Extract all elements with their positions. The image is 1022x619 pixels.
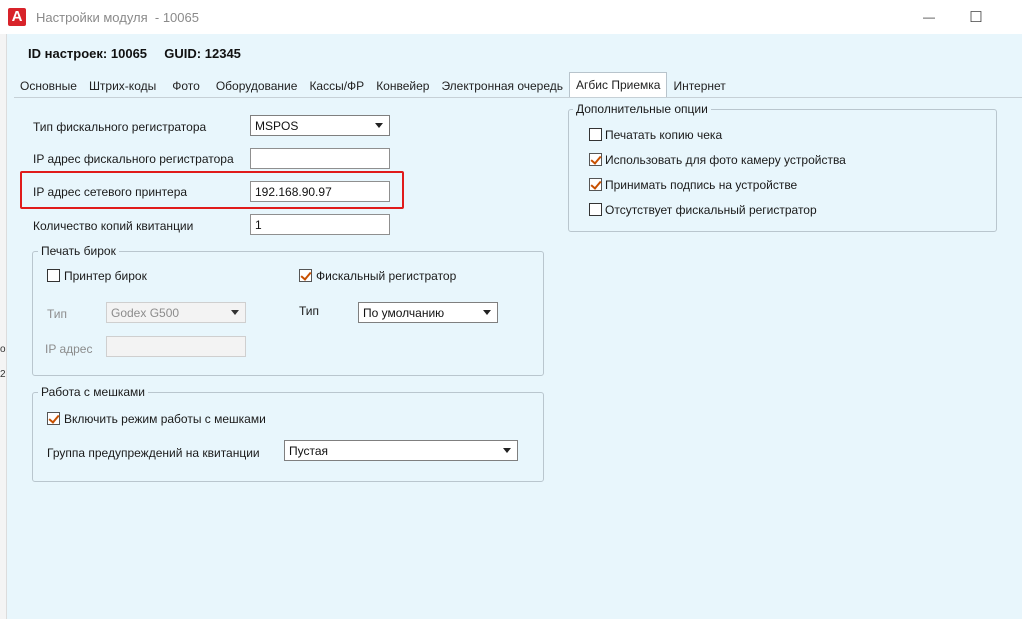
copies-label: Количество копий квитанции (33, 219, 194, 233)
no-fiscal-registrar-checkbox[interactable] (589, 203, 602, 216)
minimize-icon: — (923, 10, 935, 24)
fiscal-type-value: MSPOS (255, 119, 299, 133)
warning-group-select[interactable]: Пустая (284, 440, 518, 461)
tag-printer-checkbox[interactable] (47, 269, 60, 282)
enable-bags-label: Включить режим работы с мешками (64, 412, 266, 426)
app-logo-icon: A (8, 8, 26, 26)
printer-ip-input[interactable] (250, 181, 390, 202)
window-title: Настройки модуля - 10065 (36, 10, 199, 25)
fiscal-type-label-right: Тип (299, 304, 320, 318)
tag-printer-type-select[interactable]: Godex G500 (106, 302, 246, 323)
tab-internet[interactable]: Интернет (667, 75, 731, 97)
bags-group (32, 392, 544, 482)
fiscal-type-select[interactable]: MSPOS (250, 115, 390, 136)
accept-signature-label: Принимать подпись на устройстве (605, 178, 798, 192)
guid-label: GUID: (164, 46, 202, 61)
tab-photo[interactable]: Фото (162, 75, 210, 97)
print-receipt-copy-checkbox[interactable] (589, 128, 602, 141)
fiscal-print-type-value: По умолчанию (363, 306, 445, 320)
print-receipt-copy-label: Печатать копию чека (605, 128, 723, 142)
fiscal-ip-label: IP адрес фискального регистратора (33, 152, 234, 166)
tag-printer-type-value: Godex G500 (111, 306, 180, 320)
chevron-down-icon (231, 310, 239, 315)
tab-divider (14, 97, 1022, 98)
copies-input[interactable] (250, 214, 390, 235)
tag-ip-input[interactable] (106, 336, 246, 357)
tag-printer-label: Принтер бирок (64, 269, 147, 283)
tab-bar: Основные Штрих-коды Фото Оборудование Ка… (14, 72, 732, 97)
tab-electronic-queue[interactable]: Электронная очередь (435, 75, 569, 97)
minimize-button[interactable]: — (906, 0, 952, 34)
id-value: 10065 (110, 46, 148, 61)
use-device-camera-checkbox[interactable] (589, 153, 602, 166)
extra-options-title: Дополнительные опции (573, 102, 711, 116)
tab-barcodes[interactable]: Штрих-коды (83, 75, 162, 97)
maximize-button[interactable]: ☐ (953, 0, 999, 34)
guid-value: 12345 (204, 46, 241, 61)
chevron-down-icon (375, 123, 383, 128)
bags-title: Работа с мешками (38, 385, 148, 399)
tab-cash-registers[interactable]: Кассы/ФР (303, 75, 370, 97)
settings-header: ID настроек: 10065 GUID: 12345 (28, 46, 241, 61)
fiscal-print-type-select[interactable]: По умолчанию (358, 302, 498, 323)
id-label: ID настроек: (28, 46, 108, 61)
edge-text: о (0, 344, 6, 355)
tab-equipment[interactable]: Оборудование (210, 75, 304, 97)
fiscal-type-label: Тип фискального регистратора (33, 120, 207, 134)
warning-group-value: Пустая (289, 444, 329, 458)
tag-ip-label: IP адрес (45, 342, 93, 356)
left-window-edge: о 2 (0, 34, 7, 619)
use-device-camera-label: Использовать для фото камеру устройства (605, 153, 846, 167)
fiscal-ip-input[interactable] (250, 148, 390, 169)
fiscal-registrar-label: Фискальный регистратор (316, 269, 457, 283)
chevron-down-icon (503, 448, 511, 453)
no-fiscal-registrar-label: Отсутствует фискальный регистратор (605, 203, 817, 217)
chevron-down-icon (483, 310, 491, 315)
title-bar: A Настройки модуля - 10065 — ☐ (0, 0, 1022, 34)
printer-ip-label: IP адрес сетевого принтера (33, 185, 188, 199)
maximize-icon: ☐ (969, 9, 983, 26)
enable-bags-checkbox[interactable] (47, 412, 60, 425)
fiscal-registrar-checkbox[interactable] (299, 269, 312, 282)
edge-text: 2 (0, 369, 6, 380)
tab-main[interactable]: Основные (14, 75, 83, 97)
warning-group-label: Группа предупреждений на квитанции (47, 446, 260, 460)
tag-type-label: Тип (47, 307, 68, 321)
tag-printing-title: Печать бирок (38, 244, 119, 258)
tab-conveyor[interactable]: Конвейер (370, 75, 435, 97)
tab-agbis-reception[interactable]: Агбис Приемка (569, 72, 668, 97)
accept-signature-checkbox[interactable] (589, 178, 602, 191)
